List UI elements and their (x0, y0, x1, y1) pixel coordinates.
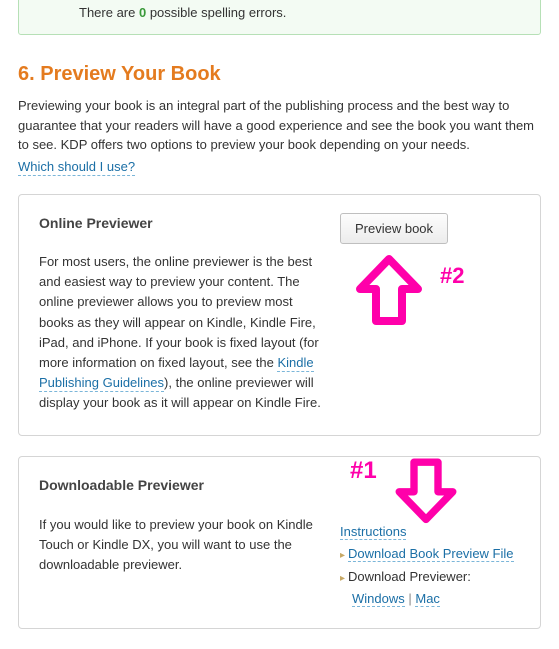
downloadable-previewer-text: If you would like to preview your book o… (39, 517, 313, 572)
caret-icon: ▸ (340, 550, 345, 561)
download-previewer-label: Download Previewer: (348, 569, 471, 584)
annotation-marker-1: #1 (350, 457, 377, 485)
section-intro: Previewing your book is an integral part… (18, 96, 541, 155)
mac-link[interactable]: Mac (415, 591, 440, 607)
windows-link[interactable]: Windows (352, 591, 405, 607)
online-previewer-card: Online Previewer For most users, the onl… (18, 194, 541, 437)
arrow-down-icon (390, 453, 462, 528)
separator: | (405, 591, 416, 606)
download-preview-file-link[interactable]: Download Book Preview File (348, 546, 513, 562)
section-title: 6. Preview Your Book (18, 63, 541, 86)
online-previewer-heading: Online Previewer (39, 213, 322, 235)
preview-book-button[interactable]: Preview book (340, 213, 448, 244)
spellcheck-prefix: There are (79, 5, 139, 20)
caret-icon: ▸ (340, 573, 345, 584)
downloadable-previewer-heading: Downloadable Previewer (39, 475, 322, 497)
spellcheck-status-box: There are 0 possible spelling errors. (18, 0, 541, 35)
downloadable-previewer-card: Downloadable Previewer If you would like… (18, 456, 541, 628)
arrow-up-icon (350, 253, 428, 334)
which-should-i-use-link[interactable]: Which should I use? (18, 159, 135, 176)
annotation-marker-2: #2 (440, 263, 464, 289)
online-previewer-text-a: For most users, the online previewer is … (39, 254, 319, 370)
spellcheck-suffix: possible spelling errors. (146, 5, 286, 20)
